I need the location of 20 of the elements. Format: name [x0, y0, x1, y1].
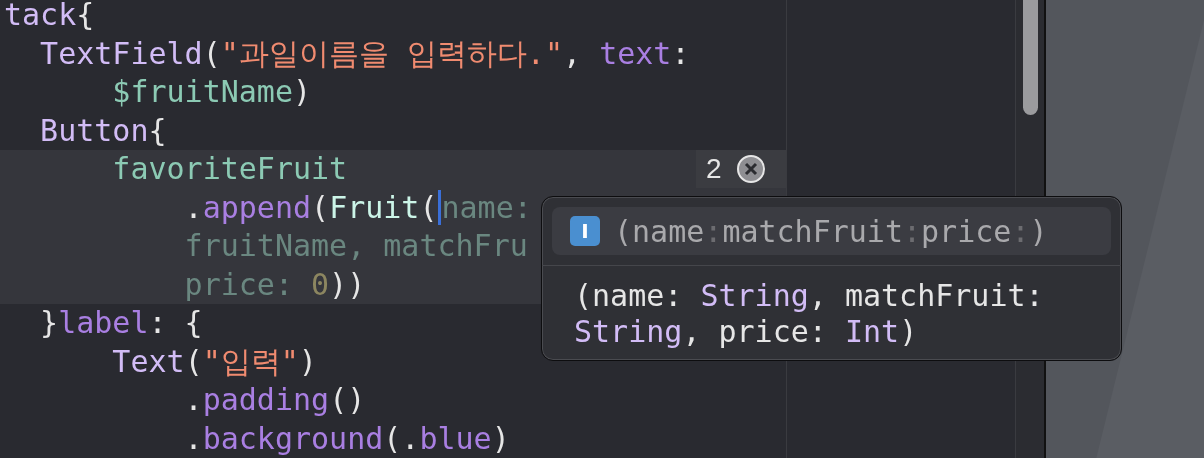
code-line: Text("입력") — [111, 343, 317, 380]
initializer-icon: I — [570, 216, 600, 246]
signature-detail: (name: String, matchFruit: String, price: Int) — [573, 278, 1045, 350]
error-badge[interactable]: 2 — [696, 150, 786, 189]
code-line: tack{ — [4, 0, 95, 34]
code-line: Button{ — [39, 112, 167, 149]
code-line: favoriteFruit — [111, 151, 348, 188]
code-line: .background(.blue) — [183, 420, 510, 457]
error-count: 2 — [706, 153, 722, 186]
code-line: .padding() — [183, 382, 366, 419]
code-line: TextField("과일이름을 입력하다.", text: — [39, 35, 690, 72]
completion-item[interactable]: I (name:matchFruit:price:) — [552, 207, 1111, 255]
code-line: $fruitName) — [111, 74, 312, 111]
scrollbar-thumb[interactable] — [1023, 0, 1038, 115]
completion-signature: (name:matchFruit:price:) — [614, 213, 1048, 249]
code-line: }label: { — [39, 305, 203, 342]
code-line: price: 0)) — [183, 266, 366, 303]
code-line: fruitName, matchFru — [183, 228, 528, 265]
error-icon — [735, 154, 766, 185]
code-line: .append(Fruit(name: — [183, 189, 532, 226]
